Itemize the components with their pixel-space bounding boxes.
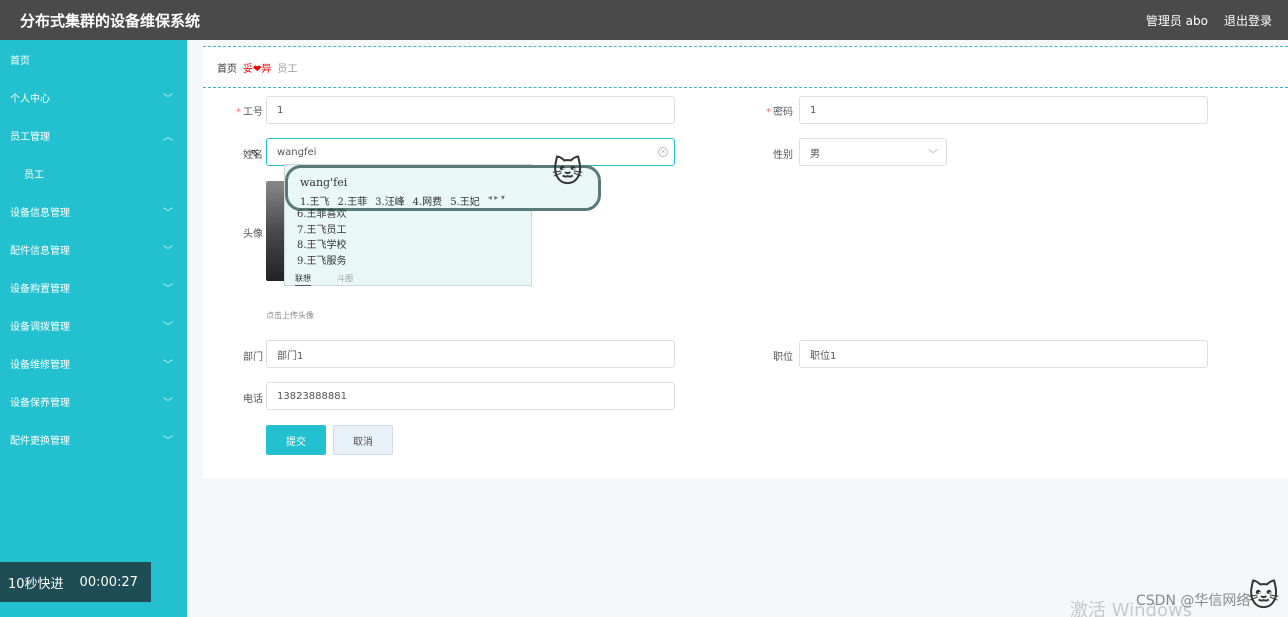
cat-mascot-icon: 🐱 [552, 155, 584, 190]
ime-tabs: 联想 斗图 [295, 273, 353, 286]
ime-candidate[interactable]: 4.网费 [413, 193, 443, 208]
sidebar-item-personal-center[interactable]: 个人中心 ﹀ [0, 78, 187, 116]
ime-candidate[interactable]: 2.王菲 [338, 193, 368, 208]
chevron-down-icon: ﹀ [163, 93, 173, 105]
ime-candidate[interactable]: 7.王飞员工 [297, 223, 347, 239]
chevron-down-icon: ﹀ [163, 245, 173, 257]
chevron-down-icon: ﹀ [163, 359, 173, 371]
position-label: 职位 [773, 352, 793, 363]
chevron-down-icon: ﹀ [163, 397, 173, 409]
password-label: * 密码 [766, 107, 793, 118]
ime-candidate[interactable]: 3.汪峰 [375, 193, 405, 208]
sidebar-item-device-repair[interactable]: 设备维修管理 ﹀ [0, 344, 187, 382]
ime-candidate-list: 6.王菲喜欢 7.王飞员工 8.王飞学校 9.王飞服务 [297, 207, 347, 269]
ime-candidate[interactable]: 9.王飞服务 [297, 254, 347, 270]
mouse-cursor-icon: ⇖ [250, 146, 261, 160]
name-input[interactable]: wangfei ✕ [266, 138, 675, 166]
ime-tab-association[interactable]: 联想 [295, 273, 311, 286]
sidebar-item-parts-replacement[interactable]: 配件更换管理 ﹀ [0, 420, 187, 458]
breadcrumb-separator: 妥❤异 [243, 63, 272, 75]
user-label: 管理员 abo [1145, 13, 1208, 28]
sidebar-item-device-transfer[interactable]: 设备调拨管理 ﹀ [0, 306, 187, 344]
ime-pinyin: wang'fei [300, 176, 348, 189]
timer-label: 10秒快进 [8, 576, 64, 592]
timer-time: 00:00:27 [79, 574, 138, 590]
chevron-down-icon: ﹀ [163, 283, 173, 295]
main-content: 首页 妥❤异 员工 * 工号 1 * 密码 1 姓名 wangfei ✕ 性别 男 … [203, 40, 1288, 478]
breadcrumb: 首页 妥❤异 员工 [203, 46, 1288, 88]
gender-label: 性别 [773, 150, 793, 161]
chevron-down-icon: ﹀ [163, 321, 173, 333]
top-bar: 分布式集群的设备维保系统 管理员 abo 退出登录 [0, 0, 1288, 40]
sidebar-item-staff-management[interactable]: 员工管理 ︿ [0, 116, 187, 154]
position-input[interactable]: 职位1 [799, 340, 1208, 368]
sidebar-item-device-info[interactable]: 设备信息管理 ﹀ [0, 192, 187, 230]
avatar-upload-hint[interactable]: 点击上传头像 [266, 310, 314, 321]
chevron-down-icon: ﹀ [928, 150, 938, 161]
gender-select[interactable]: 男 ﹀ [799, 138, 947, 166]
chevron-down-icon: ﹀ [163, 435, 173, 447]
sidebar-item-device-purchase[interactable]: 设备购置管理 ﹀ [0, 268, 187, 306]
logout-link[interactable]: 退出登录 [1224, 12, 1272, 29]
phone-label: 电话 [243, 394, 263, 405]
password-input[interactable]: 1 [799, 96, 1208, 124]
header-right: 管理员 abo 退出登录 [1146, 12, 1272, 29]
breadcrumb-current: 员工 [277, 63, 298, 75]
fast-forward-timer: 10秒快进 00:00:27 [0, 562, 151, 602]
department-label: 部门 [243, 352, 263, 363]
csdn-watermark: CSDN @华信网络 [1136, 593, 1251, 609]
ime-candidate[interactable]: 5.王妃 [450, 193, 480, 208]
breadcrumb-home[interactable]: 首页 [217, 60, 237, 75]
cat-mascot-icon: 🐱 [1248, 579, 1280, 614]
sidebar-item-device-maintenance[interactable]: 设备保养管理 ﹀ [0, 382, 187, 420]
department-input[interactable]: 部门1 [266, 340, 675, 368]
sidebar-item-parts-info[interactable]: 配件信息管理 ﹀ [0, 230, 187, 268]
chevron-down-icon: ﹀ [163, 207, 173, 219]
ime-candidate[interactable]: 1.王飞 [300, 193, 330, 208]
ime-candidate[interactable]: 6.王菲喜欢 [297, 207, 347, 223]
sidebar: 首页 个人中心 ﹀ 员工管理 ︿ 员工 设备信息管理 ﹀ 配件信息管理 ﹀ 设备购置管理… [0, 40, 187, 617]
phone-input[interactable]: 13823888881 [266, 382, 675, 410]
submit-button[interactable]: 提交 [266, 425, 326, 455]
sidebar-item-staff[interactable]: 员工 [0, 154, 187, 192]
clear-icon[interactable]: ✕ [658, 147, 668, 157]
job-no-input[interactable]: 1 [266, 96, 675, 124]
avatar-label: 头像 [243, 229, 263, 240]
sidebar-item-home[interactable]: 首页 [0, 40, 187, 78]
app-title: 分布式集群的设备维保系统 [20, 11, 201, 30]
ime-candidate-popup: wang'fei 1.王飞 2.王菲 3.汪峰 4.网费 5.王妃 ◂ ▸ ▾ … [284, 164, 601, 286]
chevron-up-icon: ︿ [163, 131, 173, 143]
cancel-button[interactable]: 取消 [333, 425, 393, 455]
job-no-label: * 工号 [236, 107, 263, 118]
ime-tab-sticker[interactable]: 斗图 [337, 273, 353, 286]
ime-candidate-row: 1.王飞 2.王菲 3.汪峰 4.网费 5.王妃 ◂ ▸ ▾ [300, 193, 586, 208]
ime-candidate[interactable]: 8.王飞学校 [297, 238, 347, 254]
ime-page-arrows-icon[interactable]: ◂ ▸ ▾ [488, 193, 505, 208]
